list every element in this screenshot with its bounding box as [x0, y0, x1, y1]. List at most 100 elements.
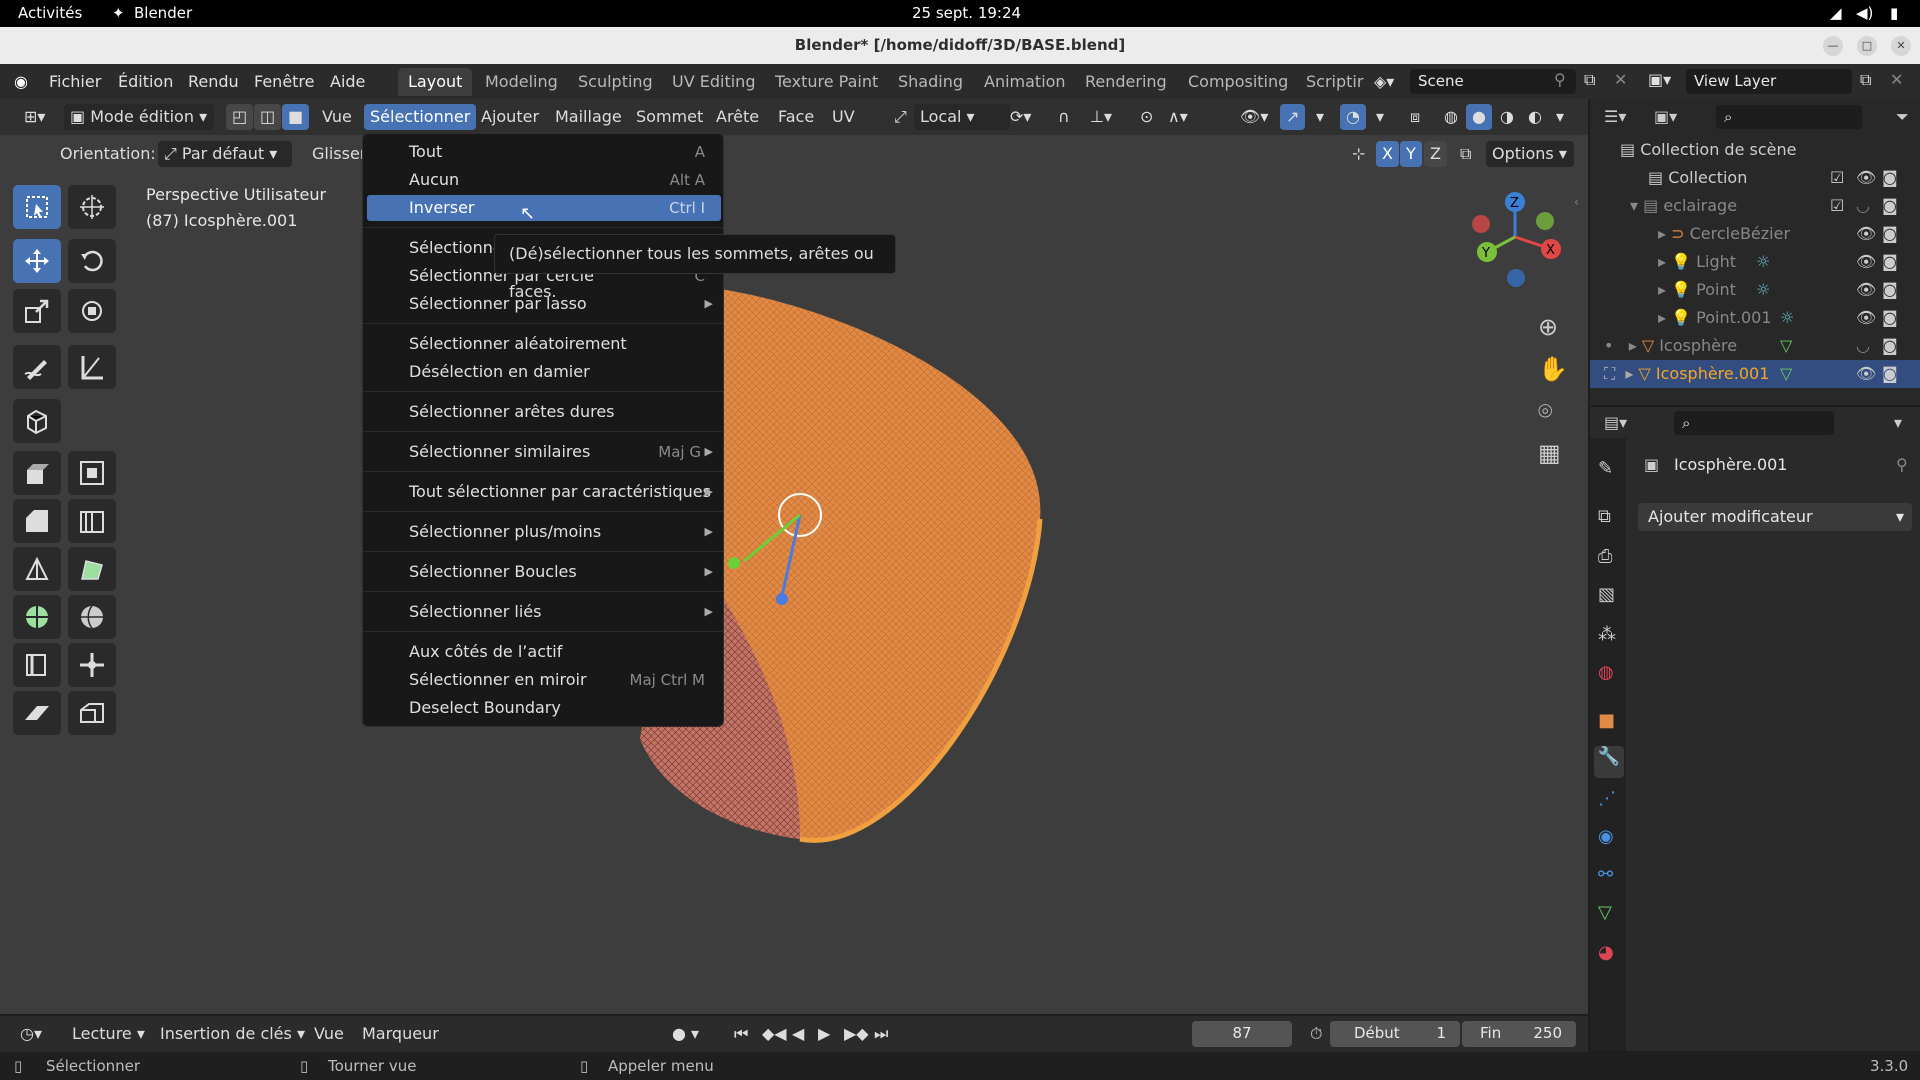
properties-editor[interactable]: ▤▾ ⌕ ▾ ▣ Icosphère.001 ⚲ Ajouter modific…: [1590, 407, 1920, 1051]
menu-item-none[interactable]: Aucun Alt A: [367, 167, 721, 193]
camera-icon[interactable]: ◙: [1882, 304, 1898, 332]
pan-hand-icon[interactable]: ✋: [1538, 355, 1568, 383]
camera-icon[interactable]: ◙: [1882, 332, 1898, 360]
transform-tool[interactable]: [68, 289, 116, 333]
add-cube-tool[interactable]: [13, 399, 61, 443]
menu-item-side-of-active[interactable]: Aux côtés de l’actif: [367, 639, 721, 665]
menu-item-select-similar[interactable]: Sélectionner similaires Maj G ▶: [367, 439, 721, 465]
jump-start-icon[interactable]: ⏮: [728, 1021, 754, 1047]
menu-item-select-linked[interactable]: Sélectionner liés ▶: [367, 599, 721, 625]
world-tab-icon[interactable]: ◍: [1598, 662, 1614, 683]
maximize-icon[interactable]: □: [1857, 36, 1877, 56]
pin-icon[interactable]: ⚲: [1554, 70, 1566, 89]
object-tab-icon[interactable]: ■: [1598, 710, 1615, 731]
eye-icon[interactable]: 👁: [1856, 248, 1876, 276]
outliner-row-point[interactable]: ▸ 💡 Point ☼ 👁 ◙: [1590, 276, 1920, 304]
wifi-icon[interactable]: ◢: [1830, 4, 1842, 22]
menu-render[interactable]: Rendu: [188, 72, 239, 91]
timeline-editor-icon[interactable]: ◷▾: [14, 1021, 48, 1047]
menu-window[interactable]: Fenêtre: [254, 72, 315, 91]
face-select-icon[interactable]: ■: [282, 104, 310, 130]
inset-tool[interactable]: [68, 451, 116, 495]
new-view-layer-icon[interactable]: ⧉: [1860, 70, 1871, 90]
tab-rendering[interactable]: Rendering: [1075, 68, 1177, 96]
menu-item-select-more-less[interactable]: Sélectionner plus/moins ▶: [367, 519, 721, 545]
tab-shading[interactable]: Shading: [888, 68, 973, 96]
properties-editor-icon[interactable]: ▤▾: [1604, 413, 1627, 432]
proportional-edit-icon[interactable]: ⊙: [1134, 104, 1159, 130]
orientation-dropdown[interactable]: ⤢ Par défaut ▾: [158, 141, 292, 167]
menu-mesh[interactable]: Maillage: [549, 104, 628, 130]
outliner-row-eclairage[interactable]: ▾ ▤ eclairage ☑ ◡ ◙: [1590, 192, 1920, 220]
eye-icon[interactable]: 👁: [1856, 220, 1876, 248]
eye-icon[interactable]: 👁: [1856, 276, 1876, 304]
knife-tool[interactable]: [13, 547, 61, 591]
view-layer-field[interactable]: View Layer: [1686, 69, 1852, 94]
mode-dropdown[interactable]: ▣ Mode édition ▾: [64, 104, 214, 130]
activities-button[interactable]: Activités: [18, 4, 82, 22]
properties-search-input[interactable]: ⌕: [1674, 411, 1834, 435]
snap-magnet-icon[interactable]: ∩: [1052, 104, 1076, 130]
playback-dropdown[interactable]: Lecture ▾: [66, 1021, 151, 1047]
tab-scripting[interactable]: Scriptir: [1296, 68, 1373, 96]
menu-uv[interactable]: UV: [826, 104, 861, 130]
timeline-view-menu[interactable]: Vue: [308, 1021, 350, 1047]
menu-edit[interactable]: Édition: [118, 72, 173, 91]
tab-sculpting[interactable]: Sculpting: [568, 68, 663, 96]
jump-end-icon[interactable]: ⏭: [868, 1021, 894, 1047]
camera-view-icon[interactable]: ⌾: [1538, 397, 1552, 425]
tab-modeling[interactable]: Modeling: [475, 68, 568, 96]
menu-help[interactable]: Aide: [330, 72, 365, 91]
start-frame-field[interactable]: Début 1: [1330, 1021, 1460, 1047]
annotate-tool[interactable]: [13, 345, 61, 389]
menu-file[interactable]: Fichier: [49, 72, 101, 91]
eye-icon[interactable]: 👁: [1856, 164, 1876, 192]
scene-field[interactable]: Scene: [1410, 69, 1576, 94]
add-modifier-button[interactable]: Ajouter modificateur ▾: [1638, 503, 1912, 531]
menu-item-checker-deselect[interactable]: Désélection en damier: [367, 359, 721, 385]
minimize-icon[interactable]: —: [1823, 36, 1843, 56]
physics-tab-icon[interactable]: ◉: [1598, 826, 1614, 847]
collapse-sidebar-icon[interactable]: ‹: [1574, 195, 1579, 209]
tab-compositing[interactable]: Compositing: [1178, 68, 1298, 96]
eye-hidden-icon[interactable]: ◡: [1856, 332, 1870, 360]
scene-browse-icon[interactable]: ◈▾: [1374, 72, 1394, 91]
cursor-tool[interactable]: [68, 185, 116, 229]
camera-icon[interactable]: ◙: [1882, 248, 1898, 276]
menu-item-select-mirror[interactable]: Sélectionner en miroir Maj Ctrl M: [367, 667, 721, 693]
tab-layout[interactable]: Layout: [398, 68, 473, 96]
outliner-scene-collection[interactable]: ▤ Collection de scène: [1590, 136, 1920, 164]
blender-logo-icon[interactable]: ◉: [14, 72, 28, 91]
menu-view[interactable]: Vue: [316, 104, 358, 130]
rendered-shading-icon[interactable]: ◐: [1522, 104, 1548, 130]
extrude-tool[interactable]: [13, 451, 61, 495]
rotate-tool[interactable]: [68, 239, 116, 283]
current-frame-field[interactable]: 87: [1192, 1021, 1292, 1047]
solid-shading-icon[interactable]: ●: [1466, 104, 1492, 130]
play-reverse-icon[interactable]: ◀: [786, 1021, 810, 1047]
shear-tool[interactable]: [13, 691, 61, 735]
stopwatch-icon[interactable]: ⏱: [1304, 1021, 1328, 1047]
visibility-eye-icon[interactable]: 👁▾: [1234, 104, 1274, 130]
transform-orientation-icon[interactable]: ⤢: [888, 104, 913, 130]
camera-icon[interactable]: ◙: [1882, 192, 1898, 220]
outliner-row-cerclebezier[interactable]: ▸ ⊃ CercleBézier 👁 ◙: [1590, 220, 1920, 248]
end-frame-field[interactable]: Fin 250: [1462, 1021, 1576, 1047]
menu-item-invert[interactable]: Inverser Ctrl I: [367, 195, 721, 221]
menu-add[interactable]: Ajouter: [475, 104, 545, 130]
camera-icon[interactable]: ◙: [1882, 164, 1898, 192]
rip-tool[interactable]: [68, 691, 116, 735]
output-tab-icon[interactable]: ⎙: [1598, 546, 1612, 567]
snap-target-icon[interactable]: ⊥▾: [1084, 104, 1118, 130]
smooth-tool[interactable]: [68, 595, 116, 639]
vertex-select-icon[interactable]: ◰: [226, 104, 254, 130]
mirror-y-toggle[interactable]: Y: [1400, 141, 1422, 167]
mirror-z-toggle[interactable]: Z: [1424, 141, 1447, 167]
data-tab-icon[interactable]: ▽: [1598, 902, 1612, 923]
material-tab-icon[interactable]: ◕: [1598, 942, 1614, 963]
outliner-row-light[interactable]: ▸ 💡 Light ☼ 👁 ◙: [1590, 248, 1920, 276]
delete-view-layer-icon[interactable]: ✕: [1890, 70, 1903, 89]
view-layer-tab-icon[interactable]: ▧: [1598, 584, 1615, 605]
edge-slide-tool[interactable]: [13, 643, 61, 687]
bevel-tool[interactable]: [13, 499, 61, 543]
